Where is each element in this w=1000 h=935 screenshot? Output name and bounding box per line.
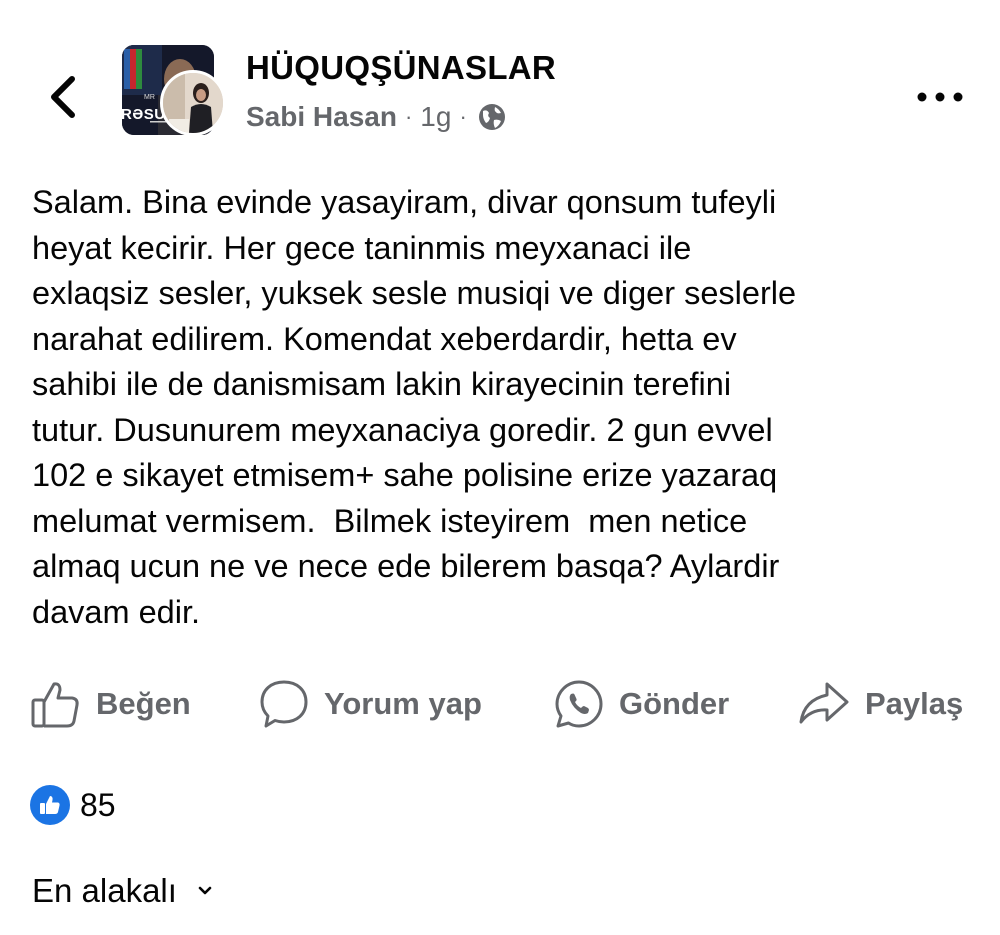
- post-actions: Beğen Yorum yap Gönder Paylaş: [0, 676, 1000, 732]
- group-name[interactable]: HÜQUQŞÜNASLAR: [246, 49, 556, 87]
- globe-icon: [477, 102, 507, 132]
- chevron-down-icon: [197, 885, 213, 897]
- reactions-summary[interactable]: 85: [30, 784, 116, 826]
- post-meta: Sabi Hasan · 1g ·: [246, 98, 507, 136]
- comment-icon: [260, 680, 308, 728]
- whatsapp-icon: [555, 680, 603, 728]
- send-button[interactable]: Gönder: [553, 676, 729, 732]
- like-label: Beğen: [96, 686, 191, 721]
- meta-separator: ·: [459, 104, 467, 129]
- share-icon: [799, 682, 849, 724]
- author-name[interactable]: Sabi Hasan: [246, 101, 397, 133]
- comment-button[interactable]: Yorum yap: [258, 676, 482, 732]
- share-button[interactable]: Paylaş: [797, 676, 963, 732]
- comment-label: Yorum yap: [324, 686, 482, 721]
- author-avatar[interactable]: [160, 70, 226, 136]
- post-time[interactable]: 1g: [420, 101, 451, 133]
- group-avatar-label: RƏSU: [122, 106, 166, 123]
- author-avatar-image: [163, 73, 223, 133]
- chevron-left-icon: [51, 76, 75, 118]
- like-button[interactable]: Beğen: [30, 676, 191, 732]
- share-label: Paylaş: [865, 686, 964, 721]
- reaction-count: 85: [80, 786, 116, 823]
- more-options-button[interactable]: [910, 80, 970, 114]
- comment-sort-label: En alakalı: [32, 872, 177, 909]
- thumbs-up-icon: [31, 682, 79, 728]
- group-avatar-small-label: MR: [144, 94, 155, 101]
- send-label: Gönder: [619, 686, 730, 721]
- like-reaction-icon: [30, 785, 70, 825]
- post-text: Salam. Bina evinde yasayiram, divar qons…: [32, 184, 797, 630]
- meta-separator: ·: [404, 104, 413, 129]
- more-horizontal-icon: [917, 92, 963, 102]
- back-button[interactable]: [38, 72, 88, 122]
- comment-sort-dropdown[interactable]: En alakalı: [32, 868, 213, 914]
